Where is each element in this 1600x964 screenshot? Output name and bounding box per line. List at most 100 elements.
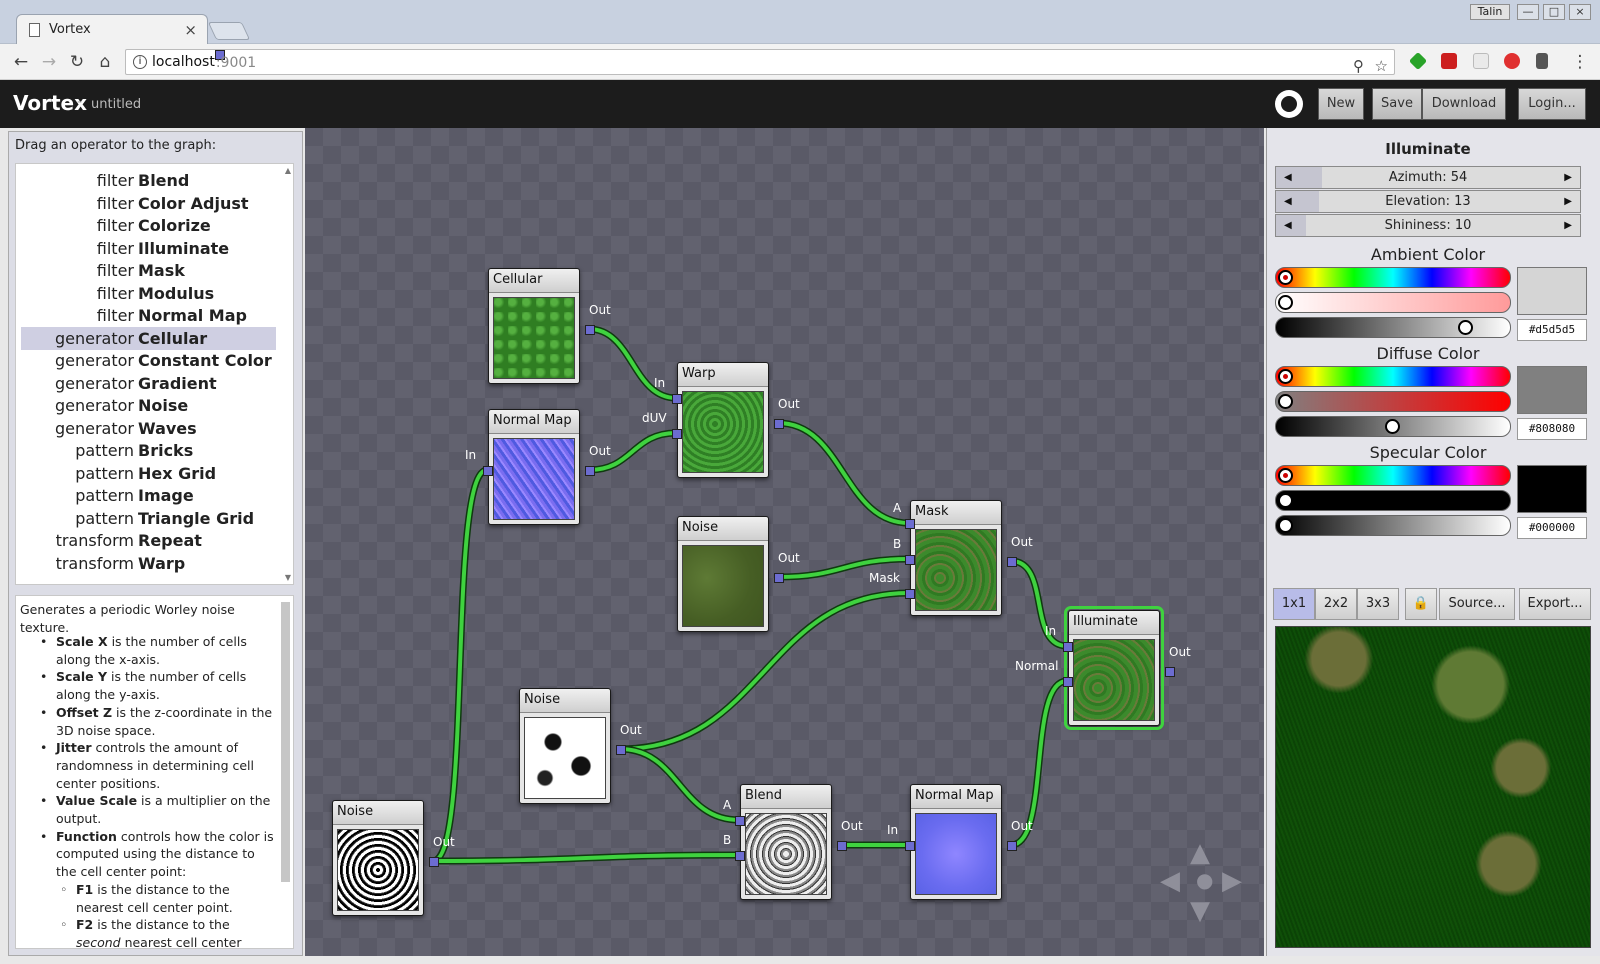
minimize-icon[interactable]: — [1517, 4, 1539, 20]
operator-item[interactable]: filter Normal Map [21, 304, 276, 327]
extension-grid-icon[interactable] [1473, 53, 1489, 69]
pan-up-icon[interactable]: ▲ [1190, 838, 1210, 868]
port-b[interactable] [905, 555, 915, 565]
slider-knob[interactable] [1278, 295, 1293, 310]
hue-slider[interactable] [1275, 267, 1511, 288]
operator-item[interactable]: generator Noise [21, 394, 276, 417]
operator-item[interactable]: pattern Hex Grid [21, 462, 276, 485]
pan-down-icon[interactable]: ▼ [1190, 896, 1210, 926]
site-info-icon[interactable]: i [133, 55, 147, 69]
port-out[interactable] [774, 573, 784, 583]
operator-item[interactable]: filter Modulus [21, 282, 276, 305]
graph-node-blend[interactable]: Blend A B Out [723, 784, 863, 900]
graph-node-mask[interactable]: Mask A B Mask Out [869, 500, 1033, 616]
hue-slider[interactable] [1275, 465, 1511, 486]
extension-clipboard-icon[interactable] [1536, 53, 1548, 69]
saturation-slider[interactable] [1275, 490, 1511, 511]
hue-slider[interactable] [1275, 366, 1511, 387]
parameter-slider[interactable]: ◀ Shininess: 10 ▶ [1275, 214, 1581, 237]
operator-item[interactable]: filter Mask [21, 259, 276, 282]
operator-item[interactable]: filter Colorize [21, 214, 276, 237]
browser-tab[interactable]: Vortex × [16, 14, 208, 45]
decrement-icon[interactable]: ◀ [1284, 167, 1292, 188]
graph-node-illuminate[interactable]: Illuminate In Normal Out [1015, 606, 1191, 730]
port-normal[interactable] [1063, 677, 1073, 687]
operator-item[interactable]: transform Warp [21, 552, 276, 575]
port-in[interactable] [672, 394, 682, 404]
port-out[interactable] [1007, 841, 1017, 851]
extension-blocker-icon[interactable] [1504, 53, 1520, 69]
node-graph[interactable]: Cellular Out Normal Map In Out Warp In dUV Out No… [305, 128, 1264, 956]
tab-1x1[interactable]: 1x1 [1273, 588, 1315, 620]
port-duv[interactable] [672, 429, 682, 439]
operator-item[interactable]: filter Illuminate [21, 237, 276, 260]
home-icon[interactable]: ⌂ [93, 50, 117, 74]
saturation-slider[interactable] [1275, 292, 1511, 313]
graph-node-normalmap1[interactable]: Normal Map In Out [465, 409, 611, 525]
source-button[interactable]: Source... [1439, 588, 1515, 620]
lock-icon[interactable]: 🔒 [1405, 588, 1437, 620]
operator-item[interactable]: pattern Image [21, 484, 276, 507]
value-slider[interactable] [1275, 416, 1511, 437]
operator-item[interactable]: pattern Triangle Grid [21, 507, 276, 530]
slider-knob[interactable] [1278, 518, 1293, 533]
port-out[interactable] [585, 466, 595, 476]
value-slider[interactable] [1275, 515, 1511, 536]
port-mask[interactable] [905, 589, 915, 599]
tab-2x2[interactable]: 2x2 [1315, 588, 1357, 620]
port-in[interactable] [1063, 642, 1073, 652]
pan-right-icon[interactable]: ▶ [1222, 866, 1242, 896]
export-button[interactable]: Export... [1519, 588, 1591, 620]
slider-knob[interactable] [1278, 270, 1293, 285]
back-icon[interactable]: ← [9, 50, 33, 74]
close-tab-icon[interactable]: × [184, 15, 197, 45]
download-button[interactable]: Download [1422, 88, 1506, 120]
increment-icon[interactable]: ▶ [1564, 191, 1572, 212]
port-b[interactable] [735, 851, 745, 861]
zoom-icon[interactable]: ⚲ [1353, 54, 1364, 78]
star-icon[interactable]: ☆ [1375, 54, 1388, 78]
graph-node-warp[interactable]: Warp In dUV Out [642, 362, 800, 478]
operator-item[interactable]: generator Cellular [21, 326, 276, 350]
save-button[interactable]: Save [1372, 88, 1422, 120]
scroll-down-icon[interactable]: ▼ [285, 573, 291, 582]
profile-badge[interactable]: Talin [1470, 4, 1510, 20]
slider-knob[interactable] [1278, 369, 1293, 384]
menu-icon[interactable]: ⋮ [1568, 50, 1592, 74]
port-out[interactable] [1165, 667, 1175, 677]
forward-icon[interactable]: → [37, 50, 61, 74]
scroll-up-icon[interactable]: ▲ [285, 166, 291, 175]
port-out[interactable] [585, 325, 595, 335]
port-out[interactable] [429, 857, 439, 867]
graph-node-normalmap2[interactable]: Normal Map In Out [887, 784, 1033, 900]
saturation-slider[interactable] [1275, 391, 1511, 412]
slider-knob[interactable] [1278, 468, 1293, 483]
parameter-slider[interactable]: ◀ Azimuth: 54 ▶ [1275, 166, 1581, 189]
port-out[interactable] [837, 841, 847, 851]
operator-item[interactable]: pattern Bricks [21, 439, 276, 462]
hex-input[interactable]: #808080 [1517, 418, 1587, 440]
increment-icon[interactable]: ▶ [1564, 167, 1572, 188]
tab-3x3[interactable]: 3x3 [1357, 588, 1399, 620]
port-in[interactable] [905, 841, 915, 851]
description-scrollbar[interactable] [281, 602, 290, 882]
port-in[interactable] [483, 466, 493, 476]
operator-item[interactable]: generator Constant Color [21, 349, 276, 372]
new-button[interactable]: New [1318, 88, 1364, 120]
reload-icon[interactable]: ↻ [65, 50, 89, 74]
operator-item[interactable]: filter Blend [21, 169, 276, 192]
operator-item[interactable]: filter Color Adjust [21, 192, 276, 215]
port-out[interactable] [1007, 557, 1017, 567]
increment-icon[interactable]: ▶ [1564, 215, 1572, 236]
slider-knob[interactable] [1278, 394, 1293, 409]
center-icon[interactable]: ● [1196, 868, 1213, 892]
graph-node-noise2[interactable]: Noise Out [519, 688, 642, 804]
graph-node-noise3[interactable]: Noise Out [332, 800, 455, 916]
slider-knob[interactable] [1385, 419, 1400, 434]
operator-list[interactable]: ▲ ▼ filter Blend filter Color Adjust filter C… [15, 163, 294, 585]
parameter-slider[interactable]: ◀ Elevation: 13 ▶ [1275, 190, 1581, 213]
extension-red-icon[interactable] [1441, 53, 1457, 69]
hex-input[interactable]: #d5d5d5 [1517, 319, 1587, 341]
new-tab-button[interactable] [207, 22, 251, 40]
operator-item[interactable]: transform Repeat [21, 529, 276, 552]
